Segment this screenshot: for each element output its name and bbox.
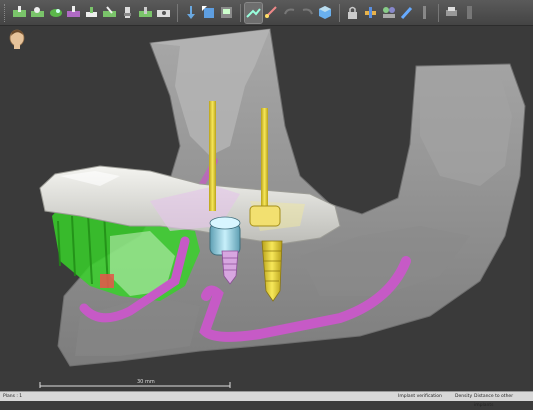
toolbar-separator	[240, 3, 241, 22]
implant-purple-button[interactable]	[65, 3, 82, 23]
status-distance[interactable]: Distance to other implants	[474, 392, 533, 410]
implant-sleeve-button[interactable]	[119, 3, 136, 23]
implant-tilt-button[interactable]	[101, 3, 118, 23]
anchor-pin-icon	[187, 6, 195, 19]
expand-icon	[467, 6, 472, 19]
main-toolbar	[0, 0, 533, 26]
implant-green-button[interactable]	[47, 3, 64, 23]
people-icon	[383, 7, 395, 18]
ruler-icon	[423, 6, 426, 19]
view-align-icon	[246, 8, 261, 18]
implant-abutment-icon	[86, 7, 97, 17]
head-orientation-icon[interactable]	[6, 28, 28, 50]
print-button[interactable]	[443, 3, 460, 23]
toolbar-grip[interactable]	[4, 3, 8, 22]
implant-layers-button[interactable]	[29, 3, 46, 23]
scale-label: 30 mm	[137, 379, 155, 385]
undo-button[interactable]	[281, 3, 298, 23]
ruler-button[interactable]	[416, 3, 433, 23]
anchor-pin-button[interactable]	[182, 3, 199, 23]
save-view-button[interactable]	[218, 3, 235, 23]
cube-view-button[interactable]	[317, 3, 334, 23]
implant-tilt-icon	[103, 6, 116, 17]
print-icon	[446, 7, 457, 16]
3d-scene[interactable]	[0, 26, 533, 391]
implant-plan-button[interactable]	[11, 3, 28, 23]
implant-drill-button[interactable]	[137, 3, 154, 23]
view-align-button[interactable]	[244, 1, 263, 24]
measure-button[interactable]	[263, 3, 280, 23]
scale-bar	[39, 382, 231, 388]
brush-button[interactable]	[398, 3, 415, 23]
redo-icon	[302, 8, 313, 15]
toolbar-separator	[177, 3, 178, 22]
tools-button[interactable]	[362, 3, 379, 23]
toolbar-separator	[438, 3, 439, 22]
implant-purple-icon	[67, 6, 80, 17]
lock-button[interactable]	[344, 3, 361, 23]
implant-drill-icon	[139, 7, 152, 17]
measure-icon	[265, 6, 277, 18]
redo-button[interactable]	[299, 3, 316, 23]
implant-abutment-button[interactable]	[83, 3, 100, 23]
implant-sleeve-icon	[124, 7, 131, 18]
tools-icon	[365, 7, 376, 18]
lock-icon	[348, 6, 357, 19]
transform-button[interactable]	[200, 3, 217, 23]
brush-icon	[400, 6, 413, 20]
implant-camera-icon	[157, 10, 170, 17]
3d-viewport[interactable]: 30 mm	[0, 26, 533, 391]
toolbar-separator	[339, 3, 340, 22]
save-view-icon	[221, 7, 232, 18]
transform-icon	[202, 6, 214, 18]
implant-green-icon	[50, 9, 62, 17]
drill-sleeve[interactable]	[209, 216, 241, 256]
expand-button[interactable]	[461, 3, 478, 23]
undo-icon	[284, 8, 295, 15]
implant-plan-icon	[13, 6, 26, 17]
implant-layers-icon	[31, 7, 44, 17]
people-button[interactable]	[380, 3, 397, 23]
cube-view-icon	[319, 6, 331, 19]
implant-camera-button[interactable]	[155, 3, 172, 23]
